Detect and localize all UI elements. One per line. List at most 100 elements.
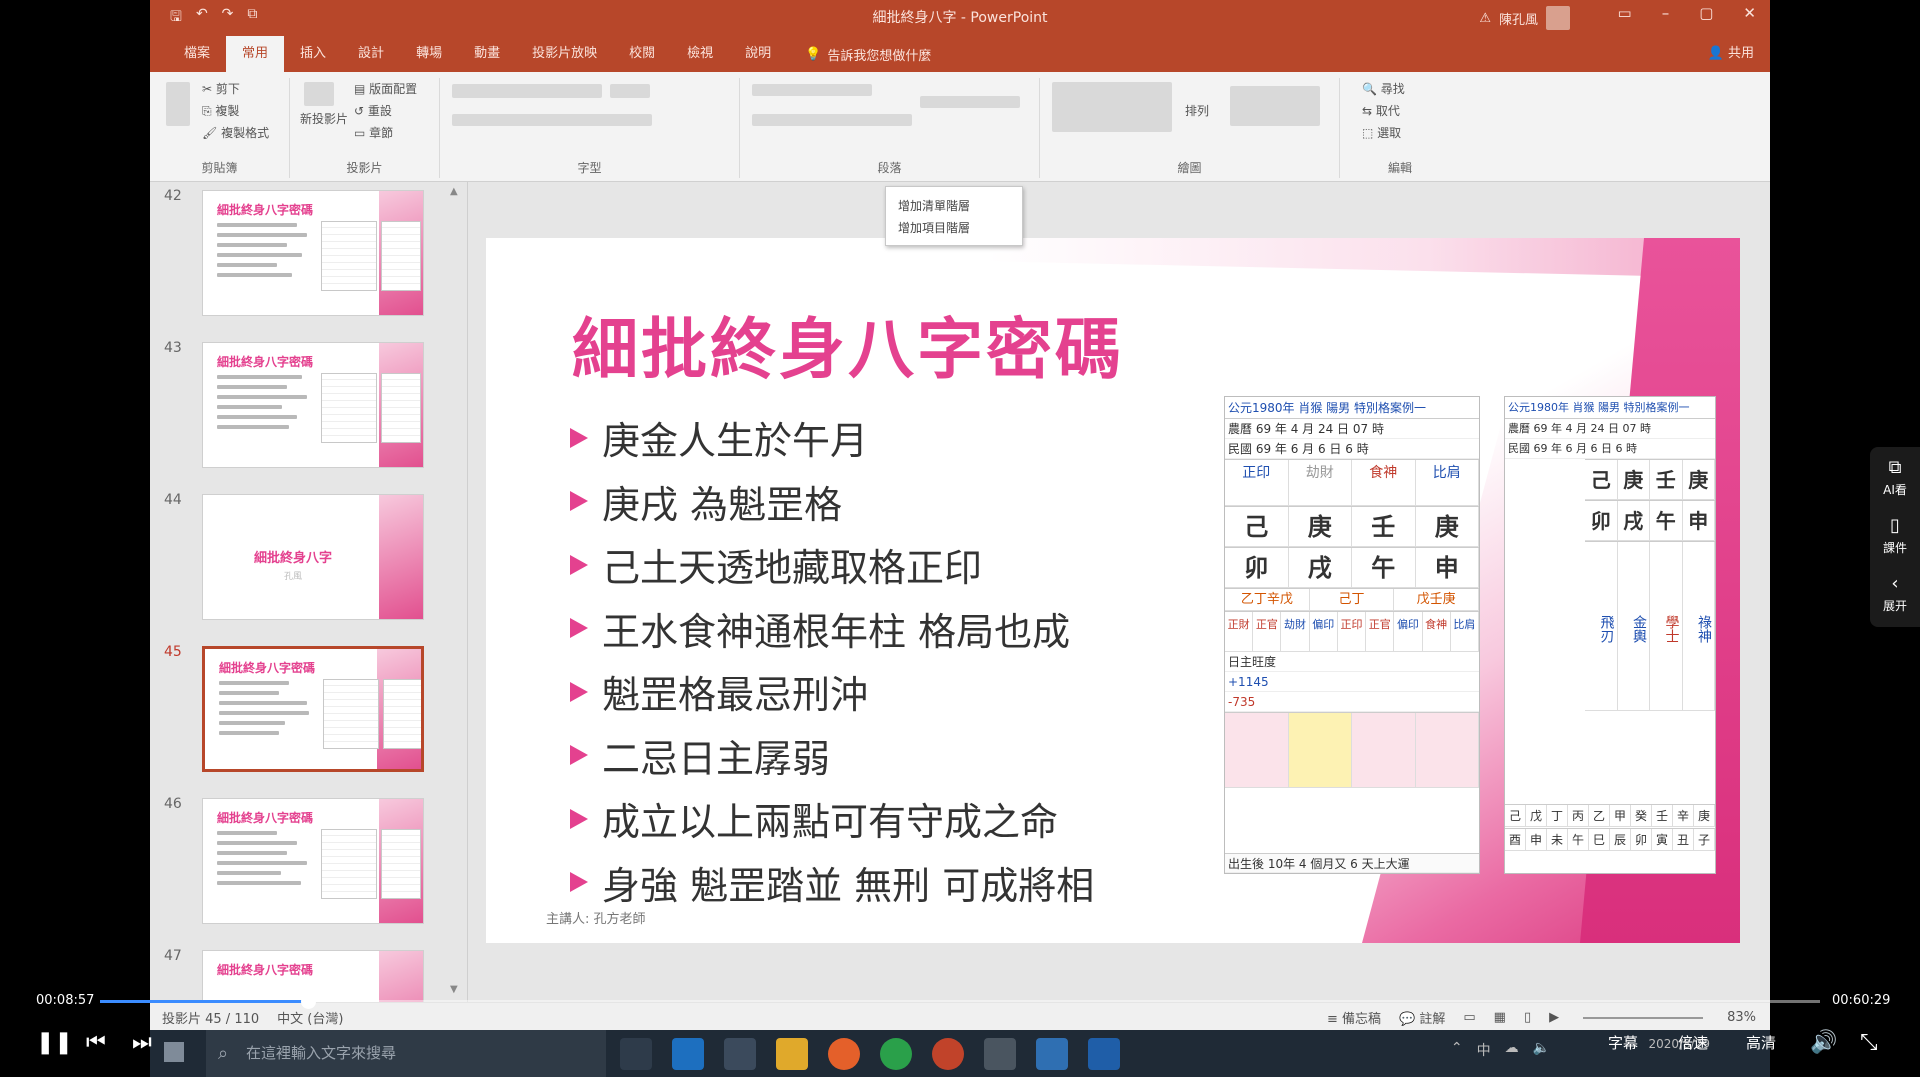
tab-review[interactable]: 校閱 — [613, 36, 671, 72]
section-button[interactable]: ▭ 章節 — [354, 124, 393, 141]
progress-track[interactable] — [100, 994, 1820, 1009]
arrange-button[interactable]: 排列 — [1185, 102, 1209, 119]
font-name-box[interactable] — [452, 84, 602, 98]
subtitles-button[interactable]: 字幕 — [1608, 1032, 1638, 1053]
thumbnail-scrollbar[interactable]: ▲ ▼ — [448, 182, 462, 1002]
maximize-icon[interactable]: ▢ — [1699, 4, 1713, 22]
tab-help[interactable]: 說明 — [729, 36, 787, 72]
luck-stem: 丙 — [1568, 805, 1589, 827]
chart-header: 公元1980年 肖猴 陽男 特別格案例一 — [1225, 397, 1479, 419]
progress-handle[interactable] — [301, 994, 317, 1009]
slide-thumbnail[interactable]: 細批終身八字 孔風 — [202, 494, 424, 620]
minimize-icon[interactable]: – — [1662, 4, 1670, 22]
volume-icon[interactable]: 🔊 — [1810, 1030, 1837, 1055]
share-button[interactable]: 👤 共用 — [1708, 36, 1754, 72]
slide-title[interactable]: 細批終身八字密碼 — [572, 296, 1124, 392]
exit-fullscreen-icon[interactable]: ⤡ — [1860, 1030, 1878, 1055]
paste-icon[interactable] — [166, 82, 190, 126]
thumbnail-row-selected[interactable]: 45 細批終身八字密碼 — [150, 638, 450, 778]
tell-me-search[interactable]: 💡 告訴我您想做什麼 — [805, 45, 931, 64]
pause-icon[interactable]: ❚❚ — [36, 1030, 73, 1055]
luck-stems-row: 己 戊 丁 丙 乙 甲 癸 壬 辛 庚 — [1505, 804, 1715, 827]
user-account[interactable]: ⚠ 陳孔風 — [1479, 6, 1570, 30]
cut-button[interactable]: ✂ 剪下 — [202, 80, 240, 97]
shensha-cell: 飛刃 — [1585, 542, 1618, 711]
slide-thumbnail[interactable]: 細批終身八字密碼 — [202, 798, 424, 924]
luck-start-text: 出生後 10年 4 個月又 6 天上大運 — [1225, 853, 1479, 873]
close-icon[interactable]: ✕ — [1743, 4, 1756, 22]
copy-button[interactable]: ⎘ 複製 — [202, 102, 239, 119]
replace-button[interactable]: ⇆ 取代 — [1362, 102, 1400, 119]
slide-thumbnail[interactable]: 細批終身八字密碼 — [202, 342, 424, 468]
bazi-chart-right[interactable]: 公元1980年 肖猴 陽男 特別格案例一 農曆 69 年 4 月 24 日 07… — [1504, 396, 1716, 874]
ai-view-button[interactable]: ⧉ AI看 — [1870, 457, 1920, 498]
side-panel: ⧉ AI看 ▯ 課件 ‹ 展开 — [1870, 447, 1920, 627]
select-button[interactable]: ⬚ 選取 — [1362, 124, 1401, 141]
hidden-god-cell: 正財 — [1225, 612, 1254, 652]
thumbnail-row[interactable]: 46 細批終身八字密碼 — [150, 790, 450, 930]
slide-thumbnail-selected[interactable]: 細批終身八字密碼 — [202, 646, 424, 772]
quick-styles[interactable] — [1230, 86, 1320, 126]
thumb-chart — [383, 679, 421, 749]
hidden-stems-row: 乙丁辛戊 己丁 戊壬庚 — [1225, 588, 1479, 611]
format-painter-button[interactable]: 🖌 複製格式 — [202, 124, 269, 141]
tab-design[interactable]: 設計 — [342, 36, 400, 72]
tab-view[interactable]: 檢視 — [671, 36, 729, 72]
avatar[interactable] — [1546, 6, 1570, 30]
tab-animations[interactable]: 動畫 — [458, 36, 516, 72]
reset-button[interactable]: ↺ 重設 — [354, 102, 392, 119]
text-direction-buttons[interactable] — [920, 96, 1020, 108]
expand-button[interactable]: ‹ 展开 — [1870, 573, 1920, 614]
slide-thumbnail[interactable]: 細批終身八字密碼 — [202, 190, 424, 316]
shensha-cell: 學士 — [1650, 542, 1683, 711]
thumbnail-row[interactable]: 42 細批終身八字密碼 — [150, 182, 450, 322]
tab-home[interactable]: 常用 — [226, 36, 285, 72]
bullet-arrow-icon — [570, 554, 588, 575]
thumb-chart — [321, 373, 377, 443]
scroll-up-icon[interactable]: ▲ — [450, 186, 458, 197]
list-buttons[interactable] — [752, 84, 872, 96]
layout-button[interactable]: ▤ 版面配置 — [354, 80, 417, 97]
luck-branch: 未 — [1547, 829, 1568, 851]
slide-number: 43 — [164, 340, 182, 356]
find-button[interactable]: 🔍 尋找 — [1362, 80, 1405, 97]
tooltip-line: 增加清單階層 — [898, 199, 971, 213]
slide-thumbnail-pane[interactable]: 42 細批終身八字密碼 43 細批終身八字密碼 44 細批終身八字 孔風 45 … — [150, 182, 468, 1076]
tab-insert[interactable]: 插入 — [284, 36, 342, 72]
courseware-button[interactable]: ▯ 課件 — [1870, 515, 1920, 556]
zoom-slider[interactable] — [1583, 1016, 1704, 1019]
bazi-chart-left[interactable]: 公元1980年 肖猴 陽男 特別格案例一 農曆 69 年 4 月 24 日 07… — [1224, 396, 1480, 874]
bullet-text: 身強 魁罡踏並 無刑 可成將相 — [602, 863, 1095, 908]
new-slide-icon[interactable] — [304, 82, 334, 106]
tab-transitions[interactable]: 轉場 — [400, 36, 458, 72]
thumb-chart — [321, 829, 377, 899]
slide-canvas[interactable]: 細批終身八字密碼 庚金人生於午月 庚戌 為魁罡格 己土天透地藏取格正印 王水食神… — [486, 238, 1740, 943]
luck-branch: 卯 — [1631, 829, 1652, 851]
pillar-stems-row: 己 庚 壬 庚 — [1585, 459, 1715, 500]
previous-icon[interactable]: ⏮ — [86, 1030, 106, 1055]
quality-button[interactable]: 高清 — [1746, 1032, 1776, 1053]
new-slide-button[interactable]: 新投影片 — [300, 110, 348, 127]
strength-minus: -735 — [1225, 692, 1479, 712]
tell-me-label: 告訴我您想做什麼 — [827, 48, 932, 64]
shapes-gallery[interactable] — [1052, 82, 1172, 132]
replace-label: 取代 — [1375, 104, 1400, 118]
font-format-buttons[interactable] — [452, 114, 652, 126]
branch-cell: 卯 — [1225, 548, 1289, 588]
pillar-stem: 壬 — [1650, 460, 1683, 500]
luck-stem: 辛 — [1673, 805, 1694, 827]
font-size-box[interactable] — [610, 84, 650, 98]
tab-slideshow[interactable]: 投影片放映 — [516, 36, 613, 72]
thumbnail-row[interactable]: 44 細批終身八字 孔風 — [150, 486, 450, 626]
bullet-list[interactable]: 庚金人生於午月 庚戌 為魁罡格 己土天透地藏取格正印 王水食神通根年柱 格局也成… — [570, 406, 1094, 914]
hidden-god-cell: 偏印 — [1309, 612, 1338, 652]
work-area: 42 細批終身八字密碼 43 細批終身八字密碼 44 細批終身八字 孔風 45 … — [150, 182, 1770, 1076]
align-buttons[interactable] — [752, 114, 912, 126]
next-icon[interactable]: ⏭ — [132, 1030, 152, 1055]
tab-file[interactable]: 檔案 — [168, 36, 226, 72]
drawing-group: 排列 繪圖 — [1040, 78, 1340, 178]
bullet-text: 庚戌 為魁罡格 — [602, 482, 843, 527]
thumbnail-row[interactable]: 43 細批終身八字密碼 — [150, 334, 450, 474]
speed-button[interactable]: 倍速 — [1678, 1032, 1708, 1053]
ribbon-display-icon[interactable]: ▭ — [1618, 4, 1632, 22]
